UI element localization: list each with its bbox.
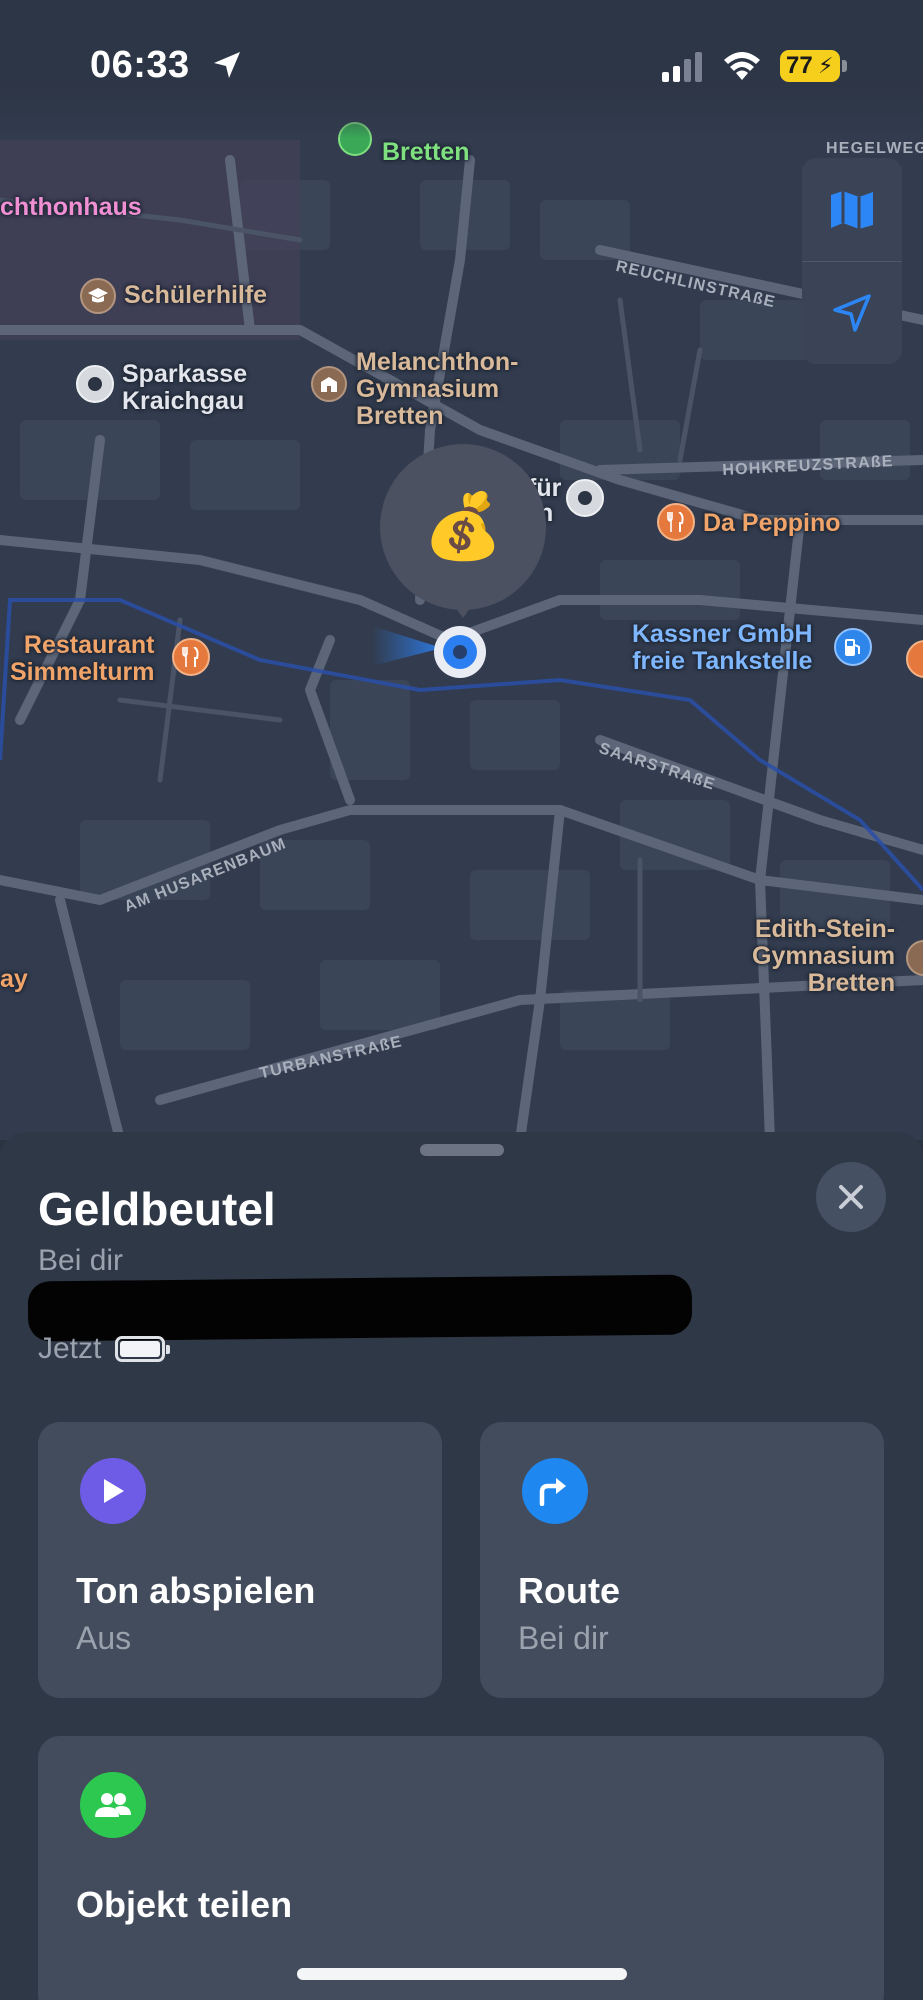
- route-title: Route: [518, 1570, 620, 1611]
- label-da-peppino[interactable]: Da Peppino: [703, 510, 841, 537]
- status-bar: 06:33 77 ⚡: [0, 0, 923, 138]
- map-view[interactable]: 06:33 77 ⚡ Bretten chthonhaus HEGELWEG S…: [0, 0, 923, 1140]
- share-item-title: Objekt teilen: [76, 1884, 293, 1925]
- play-sound-title: Ton abspielen: [76, 1570, 316, 1611]
- close-icon: [839, 1185, 863, 1209]
- poi-gray-icon[interactable]: [566, 479, 604, 517]
- route-card[interactable]: Route Bei dir: [480, 1422, 884, 1698]
- restaurant-poi-icon[interactable]: [657, 503, 695, 541]
- restaurant-poi-icon-2[interactable]: [172, 638, 210, 676]
- last-seen-row: Jetzt: [38, 1332, 171, 1366]
- play-icon: [80, 1458, 146, 1524]
- label-ay-partial: ay: [0, 965, 28, 993]
- share-item-card[interactable]: Objekt teilen: [38, 1736, 884, 2000]
- charging-bolt-icon: ⚡: [818, 53, 834, 78]
- directions-arrow-icon: [522, 1458, 588, 1524]
- education-poi-icon[interactable]: [80, 278, 116, 314]
- battery-nub: [842, 60, 847, 72]
- heading-cone: [372, 626, 442, 666]
- label-melanchthonhaus[interactable]: chthonhaus: [0, 193, 142, 222]
- money-bag-icon: 💰: [423, 490, 503, 564]
- home-indicator[interactable]: [297, 1968, 627, 1980]
- label-melanchthon-gymnasium[interactable]: Melanchthon- Gymnasium Bretten: [356, 349, 519, 430]
- battery-level: 77: [786, 52, 813, 79]
- map-mode-button[interactable]: [802, 158, 902, 261]
- label-edith-stein-gymnasium[interactable]: Edith-Stein- Gymnasium Bretten: [752, 916, 895, 997]
- location-arrow-outline-icon: [833, 293, 871, 332]
- item-battery-icon: [115, 1336, 171, 1362]
- close-button[interactable]: [816, 1162, 886, 1232]
- label-bretten-top[interactable]: Bretten: [382, 138, 470, 167]
- status-time: 06:33: [90, 44, 190, 86]
- map-icon: [831, 190, 873, 229]
- wifi-icon: [724, 52, 760, 80]
- play-sound-status: Aus: [76, 1620, 132, 1656]
- label-schuelerhilfe[interactable]: Schülerhilfe: [124, 282, 267, 309]
- label-restaurant-simmelturm[interactable]: Restaurant Simmelturm: [10, 632, 154, 686]
- label-kassner-tankstelle[interactable]: Kassner GmbH freie Tankstelle: [632, 621, 813, 675]
- play-sound-card[interactable]: Ton abspielen Aus: [38, 1422, 442, 1698]
- item-pin-tail: [449, 598, 477, 618]
- map-controls: [802, 158, 902, 364]
- locate-me-button[interactable]: [802, 261, 902, 364]
- location-arrow-icon: [214, 52, 240, 78]
- item-title: Geldbeutel: [38, 1183, 276, 1235]
- school-poi-icon[interactable]: [311, 366, 347, 402]
- last-seen-text: Jetzt: [38, 1332, 102, 1365]
- fuel-station-poi-icon[interactable]: [834, 628, 872, 666]
- item-pin[interactable]: 💰: [380, 444, 546, 610]
- my-location-dot[interactable]: [434, 626, 486, 678]
- sheet-grabber[interactable]: [420, 1144, 504, 1156]
- item-detail-sheet: Geldbeutel Bei dir Jetzt Ton abspielen A…: [0, 1132, 923, 2000]
- route-subtitle: Bei dir: [518, 1620, 609, 1656]
- street-hegelweg: HEGELWEG: [826, 140, 923, 157]
- label-sparkasse[interactable]: Sparkasse Kraichgau: [122, 361, 247, 415]
- people-icon: [80, 1772, 146, 1838]
- battery-indicator: 77 ⚡: [780, 50, 840, 82]
- cellular-signal-icon: [662, 52, 702, 82]
- item-subtitle: Bei dir: [38, 1244, 124, 1277]
- bank-poi-icon[interactable]: [76, 365, 114, 403]
